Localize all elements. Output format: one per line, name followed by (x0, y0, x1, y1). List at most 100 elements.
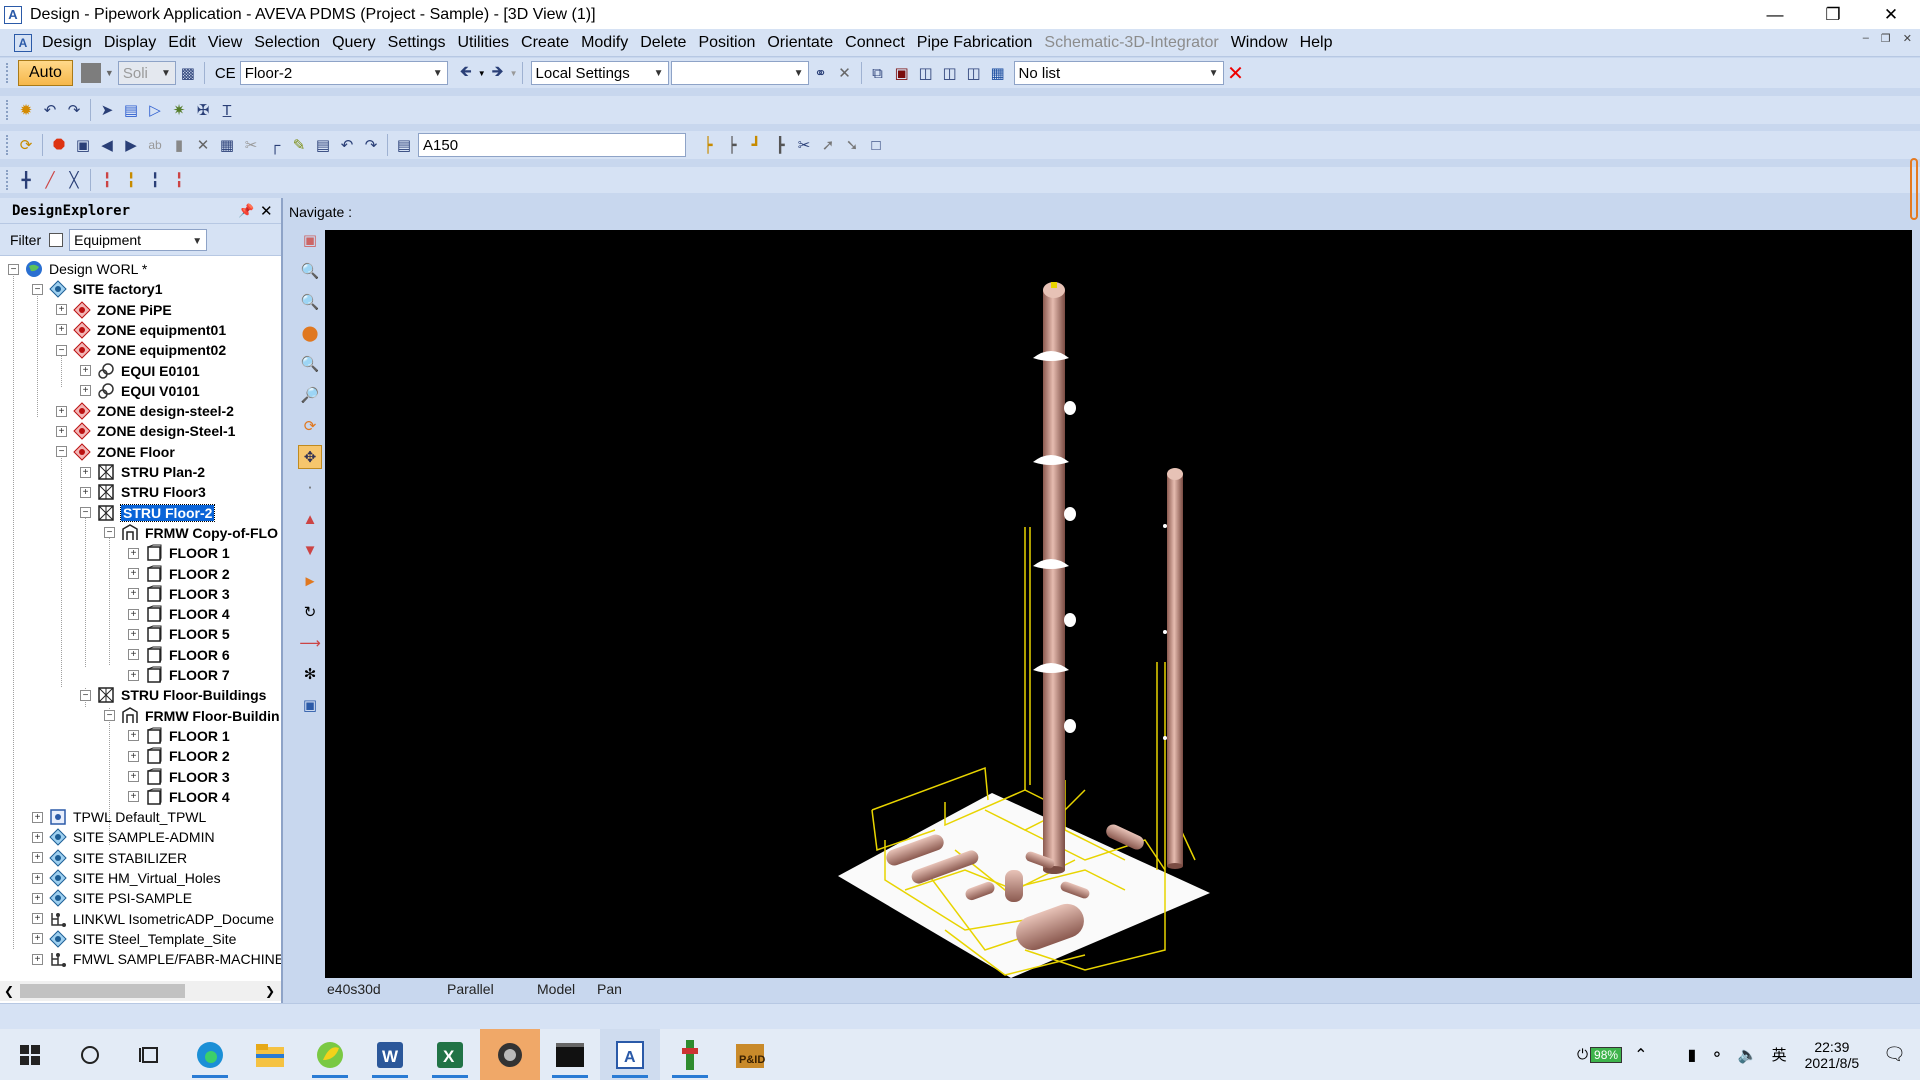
tree-node[interactable]: + SITE SAMPLE-ADMIN (32, 827, 215, 847)
zoom-extent-icon[interactable]: 🔍 (298, 290, 322, 314)
close-button[interactable]: ✕ (1862, 0, 1920, 29)
tree-node[interactable]: + SITE HM_Virtual_Holes (32, 868, 221, 888)
pipe-app-button[interactable] (660, 1029, 720, 1080)
brace-icon[interactable]: ╳ (62, 168, 86, 192)
app-green-button[interactable] (300, 1029, 360, 1080)
tree-node[interactable]: − FRMW Floor-Buildin (104, 706, 280, 726)
expand-icon[interactable]: + (128, 669, 139, 681)
scroll-left-icon[interactable]: ❮ (4, 984, 14, 998)
edge-browser-button[interactable] (180, 1029, 240, 1080)
redo-icon[interactable]: ↷ (62, 98, 86, 122)
tree-node[interactable]: − SITE factory1 (32, 279, 162, 299)
clock[interactable]: 22:39 2021/8/5 (1805, 1039, 1860, 1071)
expand-icon[interactable]: + (56, 405, 67, 417)
expand-icon[interactable]: + (32, 913, 43, 925)
beam-icon[interactable]: ╱ (38, 168, 62, 192)
tree-node[interactable]: + FLOOR 3 (128, 584, 230, 604)
menu-selection[interactable]: Selection (248, 34, 326, 52)
column-split-icon[interactable]: ╏ (167, 168, 191, 192)
tree-node[interactable]: + FLOOR 1 (128, 543, 230, 563)
mdi-close-icon[interactable]: ✕ (1903, 32, 1912, 45)
collapse-icon[interactable]: − (32, 283, 43, 295)
tree-node[interactable]: − ZONE Floor (56, 442, 175, 462)
tree-node[interactable]: + FLOOR 6 (128, 645, 230, 665)
axes-icon[interactable]: ⟶ (298, 631, 322, 655)
mdi-restore-icon[interactable]: ❐ (1881, 32, 1891, 45)
expand-icon[interactable]: + (80, 365, 91, 376)
forward-arrow-icon[interactable]: 🡺 (486, 61, 510, 85)
terminal-button[interactable] (540, 1029, 600, 1080)
form-icon[interactable]: ▤ (311, 133, 335, 157)
screenshot-app-button[interactable] (480, 1029, 540, 1080)
sync-icon[interactable]: ↻ (298, 600, 322, 624)
cut-icon[interactable]: ✂ (239, 133, 263, 157)
redo-edit-icon[interactable]: ↷ (359, 133, 383, 157)
tree-node[interactable]: + STRU Plan-2 (80, 462, 205, 482)
collapse-icon[interactable]: − (80, 507, 91, 519)
expand-icon[interactable]: + (32, 933, 43, 945)
window-add-icon[interactable]: ◫ (914, 61, 938, 85)
tree-node[interactable]: + ZONE design-steel-2 (56, 401, 234, 421)
expand-icon[interactable]: + (128, 750, 139, 762)
search-button[interactable] (60, 1029, 120, 1080)
layers-icon[interactable]: ▮ (167, 133, 191, 157)
menu-utilities[interactable]: Utilities (451, 34, 515, 52)
expand-icon[interactable]: + (128, 771, 139, 782)
sparkle-icon[interactable]: ✹ (14, 98, 38, 122)
zoom-in-icon[interactable]: 🔎 (298, 383, 322, 407)
expand-icon[interactable]: + (32, 953, 43, 965)
pencil-icon[interactable]: ✎ (287, 133, 311, 157)
toolbar-grip[interactable] (6, 63, 10, 83)
forward-dropdown-icon[interactable]: ▼ (510, 69, 518, 78)
menu-connect[interactable]: Connect (839, 34, 911, 52)
collapse-icon[interactable]: − (8, 263, 19, 275)
menu-window[interactable]: Window (1225, 34, 1294, 52)
view-box-icon[interactable]: ⬤ (298, 321, 322, 345)
expand-icon[interactable]: + (56, 425, 67, 437)
menu-query[interactable]: Query (326, 34, 382, 52)
auto-button[interactable]: Auto (18, 60, 73, 86)
mdi-minimize-icon[interactable]: – (1863, 32, 1869, 45)
stop-icon[interactable]: ⯃ (47, 133, 71, 157)
pipe-branch-icon[interactable]: ┝ (720, 133, 744, 157)
undo-icon[interactable]: ↶ (38, 98, 62, 122)
menu-design[interactable]: Design (36, 34, 98, 52)
tree-node[interactable]: + FLOOR 7 (128, 665, 230, 685)
ce-combo[interactable]: Floor-2 ▼ (239, 61, 448, 85)
menu-orientate[interactable]: Orientate (761, 34, 839, 52)
pipe-slope-icon[interactable]: ➚ (816, 133, 840, 157)
tree-node[interactable]: − FRMW Copy-of-FLO (104, 523, 278, 543)
view-limits-icon[interactable]: ▣ (298, 228, 322, 252)
collapse-icon[interactable]: − (56, 344, 67, 356)
pipe-cut-icon[interactable]: ✂ (792, 133, 816, 157)
tree-node[interactable]: + SITE STABILIZER (32, 848, 187, 868)
solid-combo[interactable]: Soli ▼ (117, 61, 176, 85)
zoom-select-icon[interactable]: 🔍 (298, 259, 322, 283)
graph-icon[interactable]: ✷ (167, 98, 191, 122)
menu-modify[interactable]: Modify (575, 34, 634, 52)
triangle-select-icon[interactable]: ▷ (143, 98, 167, 122)
menu-edit[interactable]: Edit (162, 34, 202, 52)
column-join-icon[interactable]: ╏ (143, 168, 167, 192)
tree-node[interactable]: − ZONE equipment02 (56, 340, 226, 360)
tree-node[interactable]: + ZONE PiPE (56, 300, 172, 320)
pipe-route-icon[interactable]: ➘ (840, 133, 864, 157)
refresh-icon[interactable]: ⟳ (14, 133, 38, 157)
wifi-icon[interactable]: ⚬ (1710, 1045, 1723, 1065)
menu-delete[interactable]: Delete (634, 34, 692, 52)
filter-combo[interactable]: Equipment ▼ (69, 228, 208, 251)
pin-icon[interactable]: 📌 (238, 203, 254, 219)
list-combo[interactable]: No list ▼ (1013, 61, 1224, 85)
expand-icon[interactable]: + (80, 466, 91, 478)
collapse-icon[interactable]: − (104, 527, 115, 539)
volume-icon[interactable]: 🔈 (1738, 1045, 1758, 1065)
collapse-icon[interactable]: − (104, 710, 115, 722)
explorer-hscrollbar[interactable]: ❮ ❯ (0, 981, 281, 1001)
rename-icon[interactable]: ab (143, 133, 167, 157)
right-edge-handle[interactable] (1910, 158, 1918, 220)
tree-node[interactable]: + SITE PSI-SAMPLE (32, 888, 192, 908)
select-box-icon[interactable]: ▤ (119, 98, 143, 122)
menu-app-icon[interactable]: A (14, 33, 32, 52)
toolbar-grip[interactable] (6, 135, 10, 155)
back-arrow-icon[interactable]: 🡸 (454, 61, 478, 85)
